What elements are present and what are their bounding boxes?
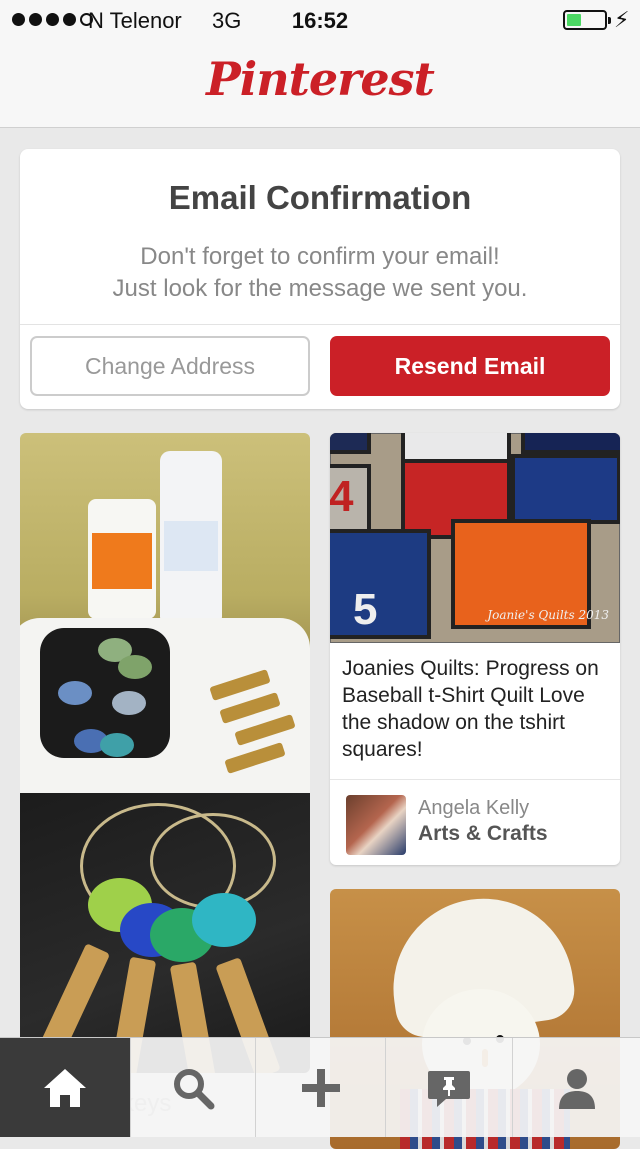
home-icon <box>44 1068 86 1107</box>
tab-news[interactable] <box>385 1038 512 1137</box>
charging-icon: ⚡ <box>614 7 630 32</box>
pinner-avatar[interactable] <box>346 795 406 855</box>
pin-card-quilt[interactable]: 4 5 Joanie's Quilts 2013 Joanies Quilts:… <box>330 433 620 865</box>
pin-card-glitter-keys[interactable] <box>20 433 310 1073</box>
status-bar: N Telenor 3G 16:52 ⚡ <box>0 0 640 40</box>
pinner-name[interactable]: Angela Kelly <box>418 797 529 820</box>
pinterest-logo[interactable]: Pinterest <box>0 52 640 106</box>
tab-home[interactable] <box>0 1038 130 1137</box>
plus-icon <box>301 1068 340 1107</box>
email-message-line-1: Don't forget to confirm your email! <box>140 243 500 270</box>
tab-search[interactable] <box>130 1038 255 1137</box>
battery-icon <box>563 10 611 30</box>
pin-description: Joanies Quilts: Progress on Baseball t-S… <box>342 657 599 761</box>
pin-image-quilt[interactable]: 4 5 Joanie's Quilts 2013 <box>330 433 620 643</box>
email-confirmation-title: Email Confirmation <box>168 179 472 216</box>
email-confirmation-card: Email Confirmation Don't forget to confi… <box>20 149 620 409</box>
pin-image-painted-keys[interactable] <box>20 793 310 1073</box>
resend-email-button[interactable]: Resend Email <box>330 336 610 396</box>
tab-profile[interactable] <box>512 1038 640 1137</box>
change-address-button[interactable]: Change Address <box>30 336 310 396</box>
board-name[interactable]: Arts & Crafts <box>418 822 548 846</box>
pin-image-watermark: Joanie's Quilts 2013 <box>487 608 609 622</box>
tab-add[interactable] <box>255 1038 385 1137</box>
profile-icon <box>558 1068 595 1109</box>
search-icon <box>174 1068 215 1109</box>
divider <box>20 324 620 325</box>
news-icon <box>428 1070 470 1107</box>
app-header: Pinterest <box>0 40 640 128</box>
email-confirmation-message: Don't forget to confirm your email! Just… <box>20 241 620 305</box>
divider <box>330 779 620 780</box>
email-message-line-2: Just look for the message we sent you. <box>112 275 528 302</box>
pin-image-craft-supplies[interactable] <box>20 433 310 793</box>
tab-bar <box>0 1037 640 1137</box>
status-time: 16:52 <box>291 8 349 33</box>
